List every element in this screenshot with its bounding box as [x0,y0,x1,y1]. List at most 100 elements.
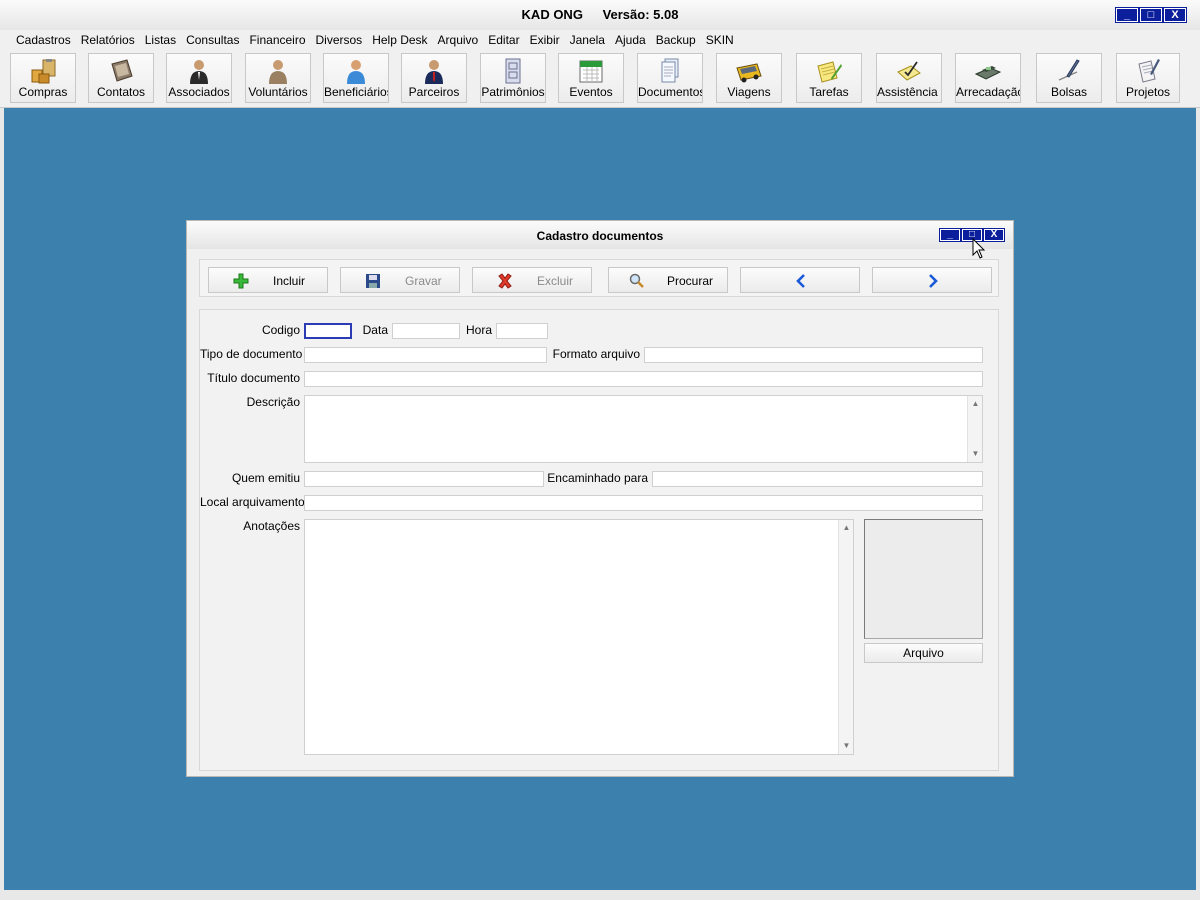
person-tie-icon [425,60,443,84]
formato-arquivo-field[interactable] [644,347,983,363]
toolbar-contatos-label: Contatos [96,85,146,99]
toolbar-parceiros-label: Parceiros [408,85,460,99]
toolbar-contatos-button[interactable]: Contatos [88,53,154,103]
menu-exibir[interactable]: Exibir [530,33,560,47]
menu-backup[interactable]: Backup [656,33,696,47]
incluir-button[interactable]: Incluir [208,267,328,293]
menu-relatorios[interactable]: Relatórios [81,33,135,47]
quem-emitiu-field[interactable] [304,471,544,487]
next-record-button[interactable] [872,267,992,293]
incluir-label: Incluir [273,274,306,288]
menu-skin[interactable]: SKIN [706,33,734,47]
scroll-up-icon[interactable]: ▲ [968,397,983,411]
pen-signature-icon [1058,59,1080,81]
toolbar-compras-button[interactable]: Compras [10,53,76,103]
tipo-documento-field[interactable] [304,347,547,363]
quem-emitiu-input[interactable] [305,472,543,486]
window-right-edge [1196,108,1200,890]
anotacoes-scrollbar[interactable]: ▲ ▼ [838,520,853,754]
arrow-right-icon [929,274,938,288]
tipo-documento-input[interactable] [305,348,546,362]
menu-editar[interactable]: Editar [488,33,519,47]
menu-financeiro[interactable]: Financeiro [249,33,305,47]
toolbar-tarefas-button[interactable]: Tarefas [796,53,862,103]
previous-record-button[interactable] [740,267,860,293]
scroll-down-icon[interactable]: ▼ [968,447,983,461]
gravar-button[interactable]: Gravar [340,267,460,293]
toolbar-assistencia-label: Assistência S [877,85,941,99]
excluir-button[interactable]: Excluir [472,267,592,293]
bus-icon [736,63,762,83]
toolbar-voluntarios-button[interactable]: Voluntários [245,53,311,103]
toolbar-patrimonios-button[interactable]: Patrimônios [480,53,546,103]
toolbar-bolsas-label: Bolsas [1050,85,1088,99]
documents-icon [661,58,679,83]
minimize-button[interactable]: _ [1115,7,1139,23]
descricao-textarea[interactable] [305,396,966,462]
mouse-cursor-icon [972,238,986,259]
close-button[interactable]: X [1163,7,1187,23]
toolbar-eventos-button[interactable]: Eventos [558,53,624,103]
window-bottom-edge [0,890,1200,900]
app-name: KAD ONG [521,7,583,22]
toolbar-voluntarios-label: Voluntários [248,85,308,99]
menu-arquivo[interactable]: Arquivo [438,33,479,47]
toolbar-tarefas-label: Tarefas [809,85,849,99]
dialog-minimize-button[interactable]: _ [939,228,961,242]
toolbar-projetos-label: Projetos [1125,85,1171,99]
calendar-icon [579,60,603,83]
titulo-documento-field[interactable] [304,371,983,387]
toolbar-bolsas-button[interactable]: Bolsas [1036,53,1102,103]
anotacoes-memo[interactable]: ▲ ▼ [304,519,854,755]
scroll-up-icon[interactable]: ▲ [839,521,854,535]
toolbar-arrecadacao-button[interactable]: Arrecadação [955,53,1021,103]
codigo-field[interactable] [304,323,352,339]
menu-ajuda[interactable]: Ajuda [615,33,646,47]
menu-cadastros[interactable]: Cadastros [16,33,71,47]
toolbar-documentos-button[interactable]: Documentos [637,53,703,103]
titulo-documento-input[interactable] [305,372,982,386]
descricao-scrollbar[interactable]: ▲ ▼ [967,396,982,462]
dialog-title-bar[interactable]: Cadastro documentos _ □ X [187,221,1013,249]
menu-consultas[interactable]: Consultas [186,33,239,47]
arquivo-preview [864,519,983,639]
dialog-toolbar: Incluir Gravar Excluir Procurar [199,259,999,297]
menu-listas[interactable]: Listas [145,33,176,47]
notepad-pencil-icon [817,61,842,83]
toolbar-viagens-button[interactable]: Viagens [716,53,782,103]
scroll-down-icon[interactable]: ▼ [839,739,854,753]
main-toolbar: Compras Contatos Associados Voluntários … [0,50,1200,108]
procurar-button[interactable]: Procurar [608,267,728,293]
save-icon [366,274,380,288]
toolbar-projetos-button[interactable]: Projetos [1116,53,1180,103]
hora-label: Hora [465,323,492,337]
encaminhado-para-input[interactable] [653,472,982,486]
menu-help-desk[interactable]: Help Desk [372,33,427,47]
encaminhado-para-field[interactable] [652,471,983,487]
arquivo-button[interactable]: Arquivo [864,643,983,663]
toolbar-assistencia-button[interactable]: Assistência S [876,53,942,103]
arrow-left-icon [796,274,805,288]
toolbar-documentos-label: Documentos [638,85,702,99]
toolbar-compras-label: Compras [18,85,68,99]
hora-input[interactable] [497,324,547,338]
anotacoes-textarea[interactable] [305,520,837,754]
menu-diversos[interactable]: Diversos [316,33,363,47]
toolbar-beneficiarios-button[interactable]: Beneficiários [323,53,389,103]
menu-janela[interactable]: Janela [570,33,605,47]
toolbar-parceiros-button[interactable]: Parceiros [401,53,467,103]
dialog-close-button[interactable]: X [983,228,1005,242]
descricao-memo[interactable]: ▲ ▼ [304,395,983,463]
local-arquivamento-field[interactable] [304,495,983,511]
codigo-input[interactable] [306,326,350,338]
data-input[interactable] [393,324,459,338]
procurar-label: Procurar [667,274,714,288]
local-arquivamento-input[interactable] [305,496,982,510]
codigo-label: Codigo [261,323,300,337]
formato-arquivo-input[interactable] [645,348,982,362]
excluir-label: Excluir [537,274,574,288]
toolbar-associados-button[interactable]: Associados [166,53,232,103]
hora-field[interactable] [496,323,548,339]
maximize-button[interactable]: □ [1139,7,1163,23]
data-field[interactable] [392,323,460,339]
